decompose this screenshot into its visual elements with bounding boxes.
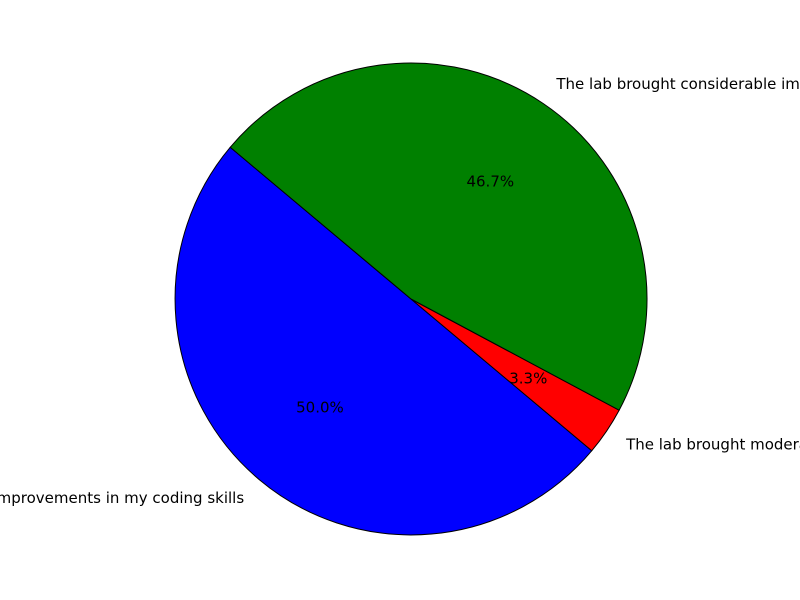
pie-slice-2-pct-label: 3.3%	[509, 369, 547, 387]
pie-slice-2-category-label: The lab brought moderate improvements to…	[625, 435, 800, 453]
pie-slice-1-pct-label: 50.0%	[296, 398, 344, 416]
pie-slice-3-category-label: The lab brought considerable improvement…	[555, 75, 800, 93]
pie-chart: 50.0% The lab brought considerable improv…	[0, 62, 800, 536]
pie-slice-1-category-label: The lab brought considerable improvement…	[0, 489, 244, 507]
pie-slice-3-pct-label: 46.7%	[466, 173, 514, 191]
pie-slices	[174, 62, 648, 536]
